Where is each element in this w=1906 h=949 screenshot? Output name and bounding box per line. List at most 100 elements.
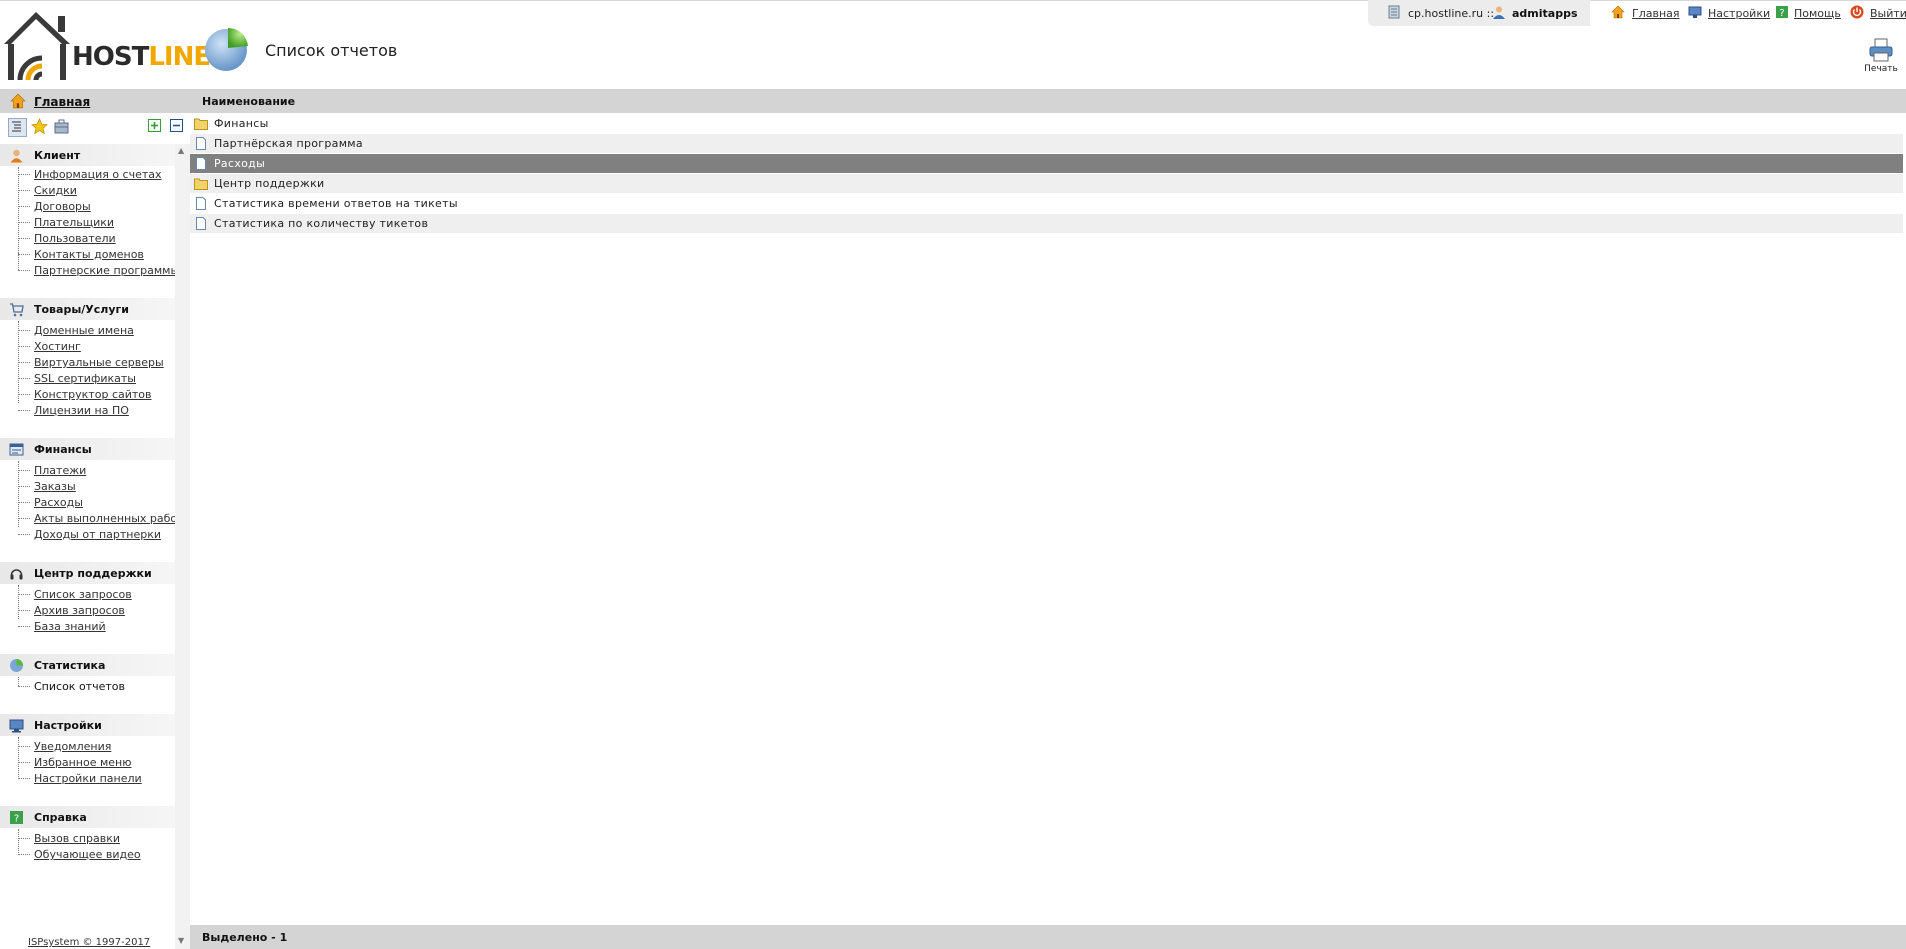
copyright-link[interactable]: ISPsystem © 1997-2017 — [28, 937, 150, 948]
menu-tree-button[interactable] — [8, 118, 27, 137]
settings-icon[interactable] — [1688, 5, 1702, 19]
scroll-up-icon[interactable]: ▲ — [178, 146, 184, 155]
tree-hook — [18, 238, 30, 239]
top-logout-link[interactable]: Выйти — [1870, 7, 1906, 20]
table-row-selected[interactable]: Расходы — [190, 154, 1903, 173]
sidebar-item-domain-contacts[interactable]: Контакты доменов — [34, 248, 144, 261]
sidebar-section-statistics[interactable]: Статистика — [0, 654, 175, 676]
row-label: Партнёрская программа — [214, 137, 363, 150]
sidebar-item-ticket-archive[interactable]: Архив запросов — [34, 604, 125, 617]
sidebar-item-vps[interactable]: Виртуальные серверы — [34, 356, 164, 369]
tree-hook — [18, 470, 30, 471]
folder-icon — [194, 178, 208, 190]
svg-text:?: ? — [1779, 8, 1784, 19]
sidebar-item-licenses[interactable]: Лицензии на ПО — [34, 404, 129, 417]
pie-chart-icon — [205, 27, 248, 71]
sidebar-item-call-help[interactable]: Вызов справки — [34, 832, 120, 845]
sidebar-home[interactable]: Главная — [0, 89, 190, 113]
collapse-all-button[interactable] — [169, 118, 186, 135]
table-row[interactable]: Центр поддержки — [190, 174, 1903, 193]
tree-hook — [18, 502, 30, 503]
tree-line — [18, 829, 20, 855]
table-row[interactable]: Финансы — [190, 114, 1903, 133]
sidebar-item-domains[interactable]: Доменные имена — [34, 324, 134, 337]
sidebar-item-tutorial-video[interactable]: Обучающее видео — [34, 848, 141, 861]
sidebar-item-partner-income[interactable]: Доходы от партнерки — [34, 528, 161, 541]
page-title: Список отчетов — [265, 41, 398, 60]
column-header[interactable]: Наименование — [190, 89, 1906, 113]
expand-all-button[interactable] — [147, 118, 164, 135]
plus-box-icon — [148, 119, 161, 132]
top-settings-link[interactable]: Настройки — [1708, 7, 1770, 20]
username: admitapps — [1512, 7, 1578, 20]
sidebar-item-notifications[interactable]: Уведомления — [34, 740, 111, 753]
favorites-button[interactable] — [31, 118, 48, 135]
help-icon: ? — [10, 811, 23, 825]
svg-text:?: ? — [14, 814, 19, 825]
sidebar-item-hosting[interactable]: Хостинг — [34, 340, 81, 353]
tree-hook — [18, 222, 30, 223]
tree-hook — [18, 626, 30, 627]
sidebar-item-panel-settings[interactable]: Настройки панели — [34, 772, 142, 785]
tree-hook — [18, 270, 30, 271]
tree-hook — [18, 410, 30, 411]
logo-text-host: HOST — [72, 42, 149, 72]
sidebar-item-site-builder[interactable]: Конструктор сайтов — [34, 388, 152, 401]
sidebar-item-discounts[interactable]: Скидки — [34, 184, 77, 197]
document-icon — [196, 197, 206, 210]
toolbox-button[interactable] — [53, 118, 70, 135]
sidebar-item-payers[interactable]: Плательщики — [34, 216, 114, 229]
sidebar-item-tickets[interactable]: Список запросов — [34, 588, 132, 601]
document-icon — [196, 157, 206, 170]
sidebar-section-help[interactable]: ? Справка — [0, 806, 175, 828]
sidebar-item-account-info[interactable]: Информация о счетах — [34, 168, 162, 181]
tree-hook — [18, 778, 30, 779]
sidebar-item-acts[interactable]: Акты выполненных работ — [34, 512, 184, 525]
help-icon[interactable]: ? — [1775, 5, 1789, 19]
sidebar-section-client[interactable]: Клиент — [0, 144, 175, 166]
sidebar-item-report-list[interactable]: Список отчетов — [34, 680, 125, 693]
sidebar-item-ssl[interactable]: SSL сертификаты — [34, 372, 136, 385]
tree-hook — [18, 346, 30, 347]
monitor-icon — [9, 719, 24, 733]
sidebar-section-support[interactable]: Центр поддержки — [0, 562, 175, 584]
server-icon — [1388, 5, 1400, 19]
star-icon — [31, 118, 48, 135]
sidebar-item-contracts[interactable]: Договоры — [34, 200, 91, 213]
table-row[interactable]: Статистика времени ответов на тикеты — [190, 194, 1903, 213]
tree-line — [18, 167, 20, 253]
print-button[interactable]: Печать — [1864, 38, 1898, 76]
sidebar-item-knowledge-base[interactable]: База знаний — [34, 620, 106, 633]
home-icon[interactable] — [1611, 5, 1625, 19]
top-home-link[interactable]: Главная — [1632, 7, 1680, 20]
table-row[interactable]: Статистика по количеству тикетов — [190, 214, 1903, 233]
sidebar-item-users[interactable]: Пользователи — [34, 232, 116, 245]
sidebar-item-payments[interactable]: Платежи — [34, 464, 86, 477]
sidebar-section-finance[interactable]: Финансы — [0, 438, 175, 460]
sidebar-item-partner-programs[interactable]: Партнерские программы — [34, 264, 179, 277]
sidebar: Главная Клиент Информация о счетах Скидк… — [0, 89, 190, 949]
sidebar-item-favorite-menu[interactable]: Избранное меню — [34, 756, 131, 769]
tree-hook — [18, 534, 30, 535]
sidebar-section-settings[interactable]: Настройки — [0, 714, 175, 736]
tree-hook — [18, 594, 30, 595]
tree-hook — [18, 378, 30, 379]
table-row[interactable]: Партнёрская программа — [190, 134, 1903, 153]
tree-hook — [18, 486, 30, 487]
sidebar-home-link[interactable]: Главная — [34, 95, 90, 109]
sidebar-item-expenses[interactable]: Расходы — [34, 496, 83, 509]
scroll-down-icon[interactable]: ▼ — [178, 936, 184, 945]
sidebar-scrollbar[interactable]: ▲ ▼ — [175, 144, 190, 949]
print-label: Печать — [1864, 64, 1898, 74]
section-title: Настройки — [34, 719, 102, 732]
sidebar-item-orders[interactable]: Заказы — [34, 480, 76, 493]
tree-list-icon — [12, 121, 21, 132]
header: HOSTLINE Список отчетов cp.hostline.ru :… — [0, 0, 1906, 88]
top-help-link[interactable]: Помощь — [1794, 7, 1841, 20]
printer-icon — [1869, 38, 1893, 62]
sidebar-section-products[interactable]: Товары/Услуги — [0, 298, 175, 320]
logout-icon[interactable] — [1850, 5, 1864, 19]
tree-line — [18, 253, 20, 270]
hostline-logo[interactable]: HOSTLINE — [0, 4, 211, 84]
headset-icon — [10, 569, 23, 580]
